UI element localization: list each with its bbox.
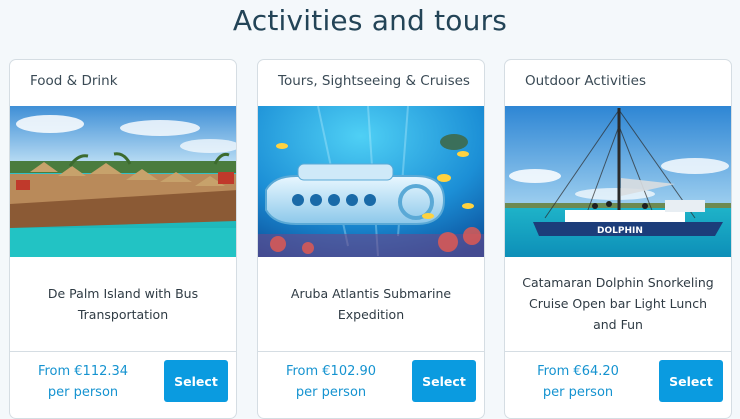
- activity-photo-island-resort[interactable]: [10, 106, 236, 257]
- price-from: From €64.20: [537, 364, 619, 379]
- activity-photo-catamaran[interactable]: DOLPHIN: [505, 106, 731, 257]
- card-category: Tours, Sightseeing & Cruises: [278, 73, 470, 89]
- price-from: From €102.90: [285, 364, 377, 379]
- card-footer: From €102.90 per person Select: [258, 351, 484, 418]
- page-title: Activities and tours: [232, 4, 508, 37]
- activity-title[interactable]: Aruba Atlantis Submarine Expedition: [270, 257, 472, 350]
- activity-card-tours-sightseeing[interactable]: Tours, Sightseeing & Cruises Aruba Atlan…: [257, 59, 485, 419]
- price-info: From €112.34 per person: [14, 361, 152, 403]
- select-button[interactable]: Select: [412, 360, 476, 402]
- price-per-person: per person: [47, 385, 119, 400]
- select-button[interactable]: Select: [659, 360, 723, 402]
- card-category: Food & Drink: [30, 73, 118, 89]
- activity-card-outdoor[interactable]: Outdoor Activities DOLPHIN Catamaran Dol…: [504, 59, 732, 419]
- price-per-person: per person: [542, 385, 614, 400]
- activity-card-food-drink[interactable]: Food & Drink De Palm Island with Bus Tra…: [9, 59, 237, 419]
- select-button[interactable]: Select: [164, 360, 228, 402]
- activity-photo-submarine[interactable]: [258, 106, 484, 257]
- svg-text:DOLPHIN: DOLPHIN: [597, 226, 643, 236]
- activity-title[interactable]: Catamaran Dolphin Snorkeling Cruise Open…: [517, 257, 719, 350]
- card-footer: From €112.34 per person Select: [10, 351, 236, 418]
- activity-title[interactable]: De Palm Island with Bus Transportation: [22, 257, 224, 350]
- price-info: From €102.90 per person: [262, 361, 400, 403]
- card-category: Outdoor Activities: [525, 73, 646, 89]
- price-info: From €64.20 per person: [509, 361, 647, 403]
- price-from: From €112.34: [37, 364, 129, 379]
- price-per-person: per person: [295, 385, 367, 400]
- card-footer: From €64.20 per person Select: [505, 351, 731, 418]
